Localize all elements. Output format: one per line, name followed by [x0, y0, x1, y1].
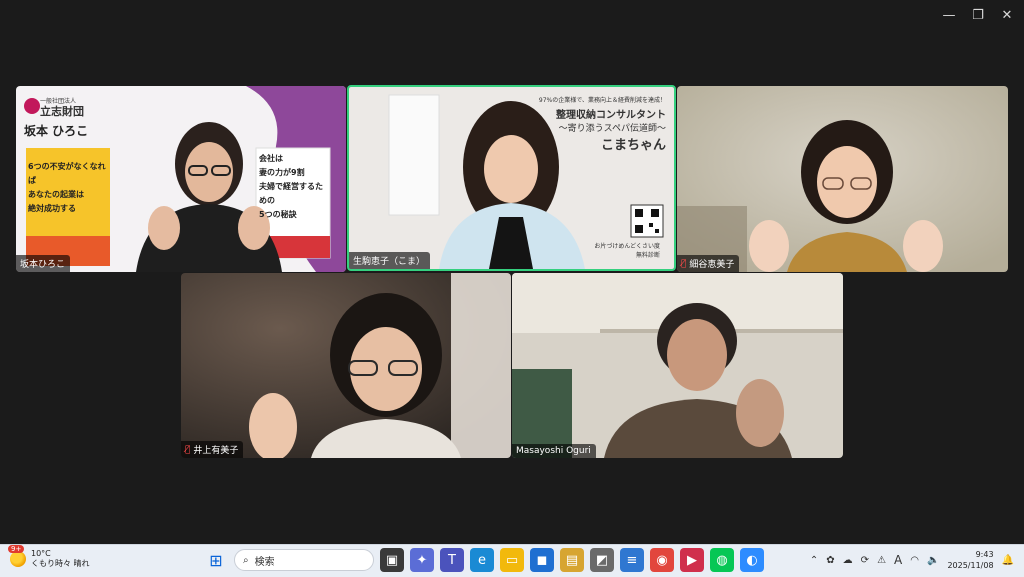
- sync-icon[interactable]: ⟳: [861, 555, 869, 566]
- system-tray: ⌃ ✿ ☁ ⟳ ⚠ A ◠ 🔈 9:43 2025/11/08 🔔: [810, 549, 1014, 571]
- video-feed-hosoya: [677, 86, 1008, 272]
- chevron-up-icon[interactable]: ⌃: [810, 555, 818, 566]
- video-tile-ikoma[interactable]: 97%の企業様で、業務向上＆経費削減を達成！ 整理収納コンサルタント 〜寄り添う…: [347, 85, 676, 271]
- window-titlebar: — ❐ ✕: [0, 0, 1024, 30]
- video-tile-sakamoto[interactable]: 一般社団法人 立志財団 坂本 ひろこ 6つの不安がなくなれば あなたの起業は 絶…: [16, 86, 346, 272]
- person-name: 坂本 ひろこ: [24, 124, 89, 138]
- virtual-bg-footer: お片づけめんどくさい度 無料診断: [594, 243, 660, 259]
- restore-button[interactable]: ❐: [964, 4, 992, 26]
- ime-indicator[interactable]: A: [894, 553, 902, 567]
- book2-title: 会社は 妻の力が9割 夫婦で経営するための 5つの秘訣: [259, 154, 323, 219]
- chrome-icon[interactable]: ◉: [650, 548, 674, 572]
- search-icon: ⌕: [243, 554, 249, 566]
- app-red-icon[interactable]: ▶: [680, 548, 704, 572]
- mic-muted-icon: 🎙̸: [681, 258, 687, 269]
- clock-date: 2025/11/08: [947, 561, 994, 570]
- wifi-icon[interactable]: ◠: [910, 555, 919, 566]
- network-alert-icon[interactable]: ⚠: [877, 555, 886, 566]
- notification-badge: 9+: [8, 545, 25, 553]
- cloud-icon[interactable]: ☁: [843, 555, 853, 566]
- close-button[interactable]: ✕: [993, 4, 1021, 26]
- store-icon[interactable]: ◼: [530, 548, 554, 572]
- video-feed-inoue: [181, 273, 511, 458]
- notepad-icon[interactable]: ≡: [620, 548, 644, 572]
- minimize-button[interactable]: —: [935, 4, 963, 26]
- org-name: 立志財団: [40, 105, 84, 118]
- clock[interactable]: 9:43 2025/11/08: [947, 549, 993, 571]
- file-explorer-icon[interactable]: ▭: [500, 548, 524, 572]
- mic-muted-icon: 🎙̸: [185, 444, 191, 455]
- zoom-icon[interactable]: ◐: [740, 548, 764, 572]
- participant-name-tag: 生駒恵子（こま）: [349, 252, 431, 269]
- search-placeholder: 検索: [254, 556, 275, 568]
- notification-icon[interactable]: 🔔: [1002, 555, 1014, 566]
- video-tile-oguri[interactable]: Masayoshi Oguri: [512, 273, 843, 458]
- weather-sun-icon: 9+: [8, 545, 26, 567]
- copilot-icon[interactable]: ✦: [410, 548, 434, 572]
- photos-icon[interactable]: ◩: [590, 548, 614, 572]
- book1-title: 6つの不安がなくなれば あなたの起業は 絶対成功する: [28, 162, 106, 213]
- participant-name-tag: 🎙̸ 井上有美子: [181, 441, 244, 458]
- start-button[interactable]: ⊞: [204, 548, 228, 572]
- org-logo-icon: [24, 98, 40, 114]
- windows-taskbar: 9+ 10°C くもり時々 晴れ ⊞ ⌕ 検索 ▣ ✦ T e ▭ ◼ ▤ ◩ …: [0, 544, 1024, 577]
- task-view-icon[interactable]: ▣: [380, 548, 404, 572]
- edge-icon[interactable]: e: [470, 548, 494, 572]
- volume-icon[interactable]: 🔈: [927, 555, 939, 566]
- teams-icon[interactable]: T: [440, 548, 464, 572]
- taskbar-apps: ⊞ ⌕ 検索 ▣ ✦ T e ▭ ◼ ▤ ◩ ≡ ◉ ▶ ◍ ◐: [204, 548, 764, 572]
- participant-name-tag: 🎙̸ 細谷恵美子: [677, 255, 740, 272]
- video-feed-oguri: [512, 273, 843, 458]
- participant-name-tag: 坂本ひろこ: [16, 255, 71, 272]
- weather-desc: くもり時々 晴れ: [31, 559, 90, 568]
- participant-name-tag: Masayoshi Oguri: [512, 444, 596, 458]
- video-tile-hosoya[interactable]: 🎙̸ 細谷恵美子: [677, 86, 1008, 272]
- tray-app-icon[interactable]: ✿: [826, 555, 834, 566]
- folder-icon[interactable]: ▤: [560, 548, 584, 572]
- search-box[interactable]: ⌕ 検索: [234, 549, 374, 571]
- weather-temp: 10°C: [31, 549, 51, 558]
- clock-time: 9:43: [975, 550, 994, 559]
- video-tile-inoue[interactable]: 🎙̸ 井上有美子: [181, 273, 511, 458]
- weather-widget[interactable]: 9+ 10°C くもり時々 晴れ: [8, 545, 90, 569]
- line-icon[interactable]: ◍: [710, 548, 734, 572]
- virtual-bg-text: 97%の企業様で、業務向上＆経費削減を達成！ 整理収納コンサルタント 〜寄り添う…: [538, 97, 666, 153]
